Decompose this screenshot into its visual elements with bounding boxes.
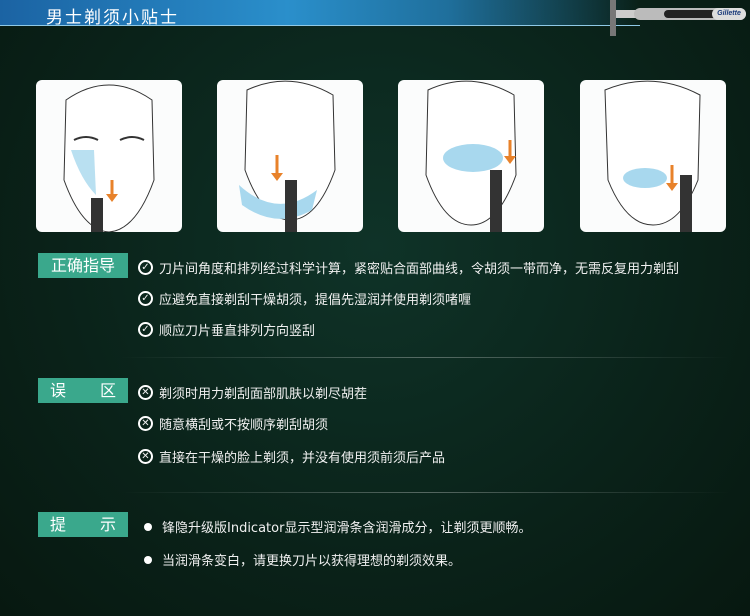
check-circle-icon: ✓ bbox=[138, 260, 153, 275]
list-item: ✕ 剃须时用力剃刮面部肌肤以剃尽胡茬 bbox=[138, 383, 367, 402]
step-image-lip bbox=[398, 80, 544, 232]
x-circle-icon: ✕ bbox=[138, 449, 153, 464]
bullet-icon bbox=[144, 522, 152, 531]
section-label-tips: 提 示 bbox=[38, 512, 128, 537]
bullet-icon bbox=[144, 555, 152, 564]
list-item: 锋隐升级版Indicator显示型润滑条含润滑成分，让剃须更顺畅。 bbox=[138, 517, 531, 536]
razor-brand-logo: Gillette bbox=[712, 8, 746, 20]
list-item: ✕ 直接在干燥的脸上剃须，并没有使用须前须后产品 bbox=[138, 447, 445, 466]
section-label-mistakes: 误 区 bbox=[38, 378, 128, 403]
header-bar: 男士剃须小贴士 bbox=[0, 0, 640, 28]
step-image-chin bbox=[217, 80, 363, 232]
divider bbox=[120, 492, 730, 493]
list-item: ✓ 刀片间角度和排列经过科学计算，紧密贴合面部曲线，令胡须一带而净，无需反复用力剃… bbox=[138, 258, 679, 277]
x-circle-icon: ✕ bbox=[138, 416, 153, 431]
step-image-jaw bbox=[580, 80, 726, 232]
list-item: 当润滑条变白，请更换刀片以获得理想的剃须效果。 bbox=[138, 550, 461, 569]
check-circle-icon: ✓ bbox=[138, 291, 153, 306]
list-item: ✓ 应避免直接剃刮干燥胡须，提倡先湿润并使用剃须啫喱 bbox=[138, 289, 471, 308]
page-title: 男士剃须小贴士 bbox=[46, 8, 179, 28]
step-image-cheek bbox=[36, 80, 182, 232]
section-label-correct: 正确指导 bbox=[38, 253, 128, 278]
check-circle-icon: ✓ bbox=[138, 322, 153, 337]
list-item: ✕ 随意横刮或不按顺序剃刮胡须 bbox=[138, 414, 328, 433]
list-item: ✓ 顺应刀片垂直排列方向竖刮 bbox=[138, 320, 315, 339]
divider bbox=[120, 357, 730, 358]
x-circle-icon: ✕ bbox=[138, 385, 153, 400]
